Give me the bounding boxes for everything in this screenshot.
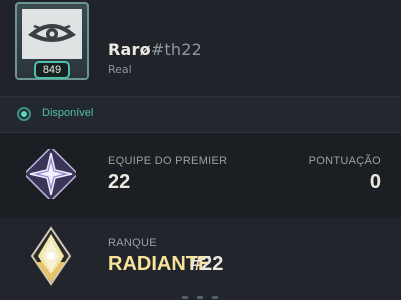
player-name-text: Rarø (108, 40, 151, 59)
scroll-indicator (182, 296, 218, 300)
availability-status[interactable]: Disponível (0, 96, 401, 133)
sentinels-eye-icon (22, 9, 82, 59)
premier-team-label: EQUIPE DO PREMIER (108, 155, 228, 167)
premier-team-value: 22 (108, 171, 131, 193)
player-name: Rarø#th22 (108, 40, 202, 59)
rank-section: RANQUE RADIANTE #22 (0, 218, 401, 300)
player-subtitle: Real (108, 63, 132, 76)
profile-header: 849 Rarø#th22 Real (0, 0, 401, 96)
premier-score-value: 0 (369, 171, 381, 193)
premier-star-icon (23, 146, 79, 203)
rank-label: RANQUE (108, 237, 157, 249)
player-tag: #th22 (150, 40, 202, 59)
player-card-frame[interactable]: 849 (15, 2, 89, 80)
status-online-icon (17, 107, 31, 121)
premier-score-label: PONTUAÇÃO (308, 155, 381, 167)
rank-position: #22 (190, 253, 224, 275)
account-level-badge: 849 (34, 61, 70, 79)
radiant-rank-icon (30, 226, 72, 290)
player-card-avatar (22, 9, 82, 59)
status-label: Disponível (42, 107, 94, 119)
premier-section: EQUIPE DO PREMIER 22 PONTUAÇÃO 0 (0, 133, 401, 218)
